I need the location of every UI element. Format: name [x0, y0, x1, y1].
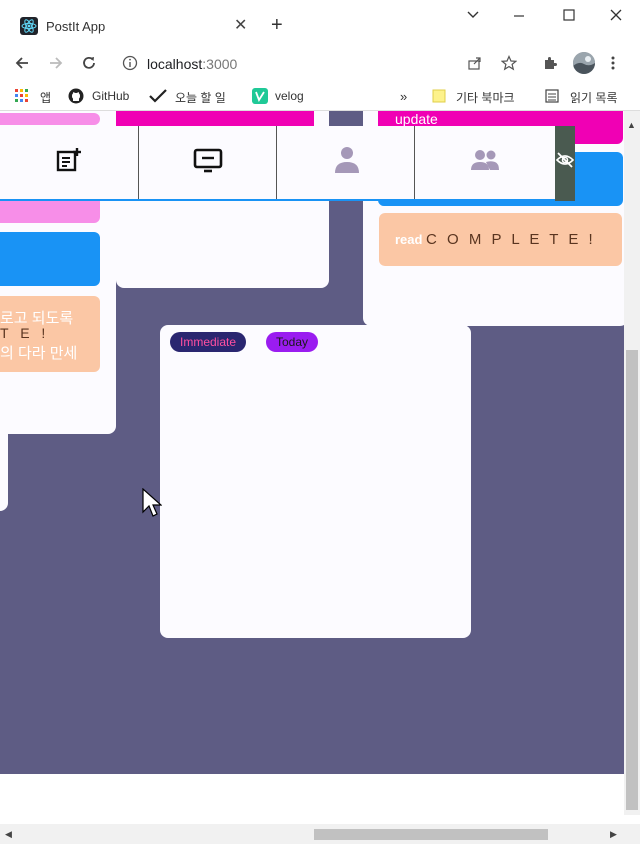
extensions-puzzle-icon[interactable]: [542, 55, 558, 71]
github-icon: [68, 88, 84, 104]
site-info-icon[interactable]: [122, 55, 138, 71]
read-label: read: [395, 232, 423, 247]
priority-tag[interactable]: Immediate: [170, 332, 247, 352]
tab-title: PostIt App: [46, 19, 106, 34]
note-card-center[interactable]: [160, 325, 471, 638]
left-complete-partial: T E !: [0, 325, 50, 341]
due-tag[interactable]: Today: [266, 332, 319, 352]
horizontal-scroll-thumb[interactable]: [314, 829, 548, 840]
scroll-up-arrow-icon[interactable]: ▲: [627, 120, 636, 130]
minimize-icon[interactable]: [512, 8, 526, 22]
reload-icon[interactable]: [80, 54, 98, 72]
toolbar-divider: [414, 126, 415, 199]
left-korean-line2: 의 다라 만세: [0, 345, 78, 362]
vertical-scroll-thumb[interactable]: [626, 350, 638, 810]
folder-icon: [432, 89, 446, 103]
mouse-pointer-icon: [142, 488, 162, 518]
scroll-left-arrow-icon[interactable]: ◀: [5, 829, 12, 840]
close-window-icon[interactable]: [609, 8, 623, 22]
url-text[interactable]: localhost:3000: [147, 56, 237, 72]
app-canvas: 로고 되도록 T E ! 의 다라 만세 update read C O M P…: [0, 111, 624, 774]
react-logo-icon: [20, 17, 38, 35]
maximize-icon[interactable]: [562, 8, 576, 22]
monitor-icon[interactable]: [193, 148, 223, 174]
middle-magenta-bar: [116, 111, 314, 127]
person-icon[interactable]: [334, 145, 360, 175]
left-top-strip: [0, 113, 100, 125]
update-label: update: [395, 111, 438, 127]
bookmark-apps[interactable]: 앱: [40, 89, 51, 106]
checkmark-icon: [149, 88, 167, 104]
bookmark-star-icon[interactable]: [501, 55, 517, 71]
more-menu-icon[interactable]: [610, 55, 616, 71]
eye-off-icon: [556, 151, 574, 169]
add-note-icon[interactable]: [56, 147, 82, 173]
forward-arrow-icon[interactable]: [47, 54, 65, 72]
bookmark-github[interactable]: GitHub: [92, 89, 129, 103]
group-icon[interactable]: [470, 148, 500, 172]
back-arrow-icon[interactable]: [13, 54, 31, 72]
page-bottom-area: [0, 774, 624, 824]
complete-button-label: C O M P L E T E !: [426, 231, 596, 248]
toolbar-divider: [138, 126, 139, 199]
scroll-right-arrow-icon[interactable]: ▶: [610, 829, 617, 840]
bookmark-reading-list[interactable]: 읽기 목록: [570, 89, 618, 106]
url-host: localhost: [147, 56, 203, 72]
new-tab-button[interactable]: +: [271, 14, 283, 37]
toolbar-divider: [276, 126, 277, 199]
bookmarks-overflow-chevron-icon[interactable]: »: [400, 89, 407, 104]
bookmark-other[interactable]: 기타 북마크: [456, 89, 515, 106]
reading-list-icon: [545, 89, 559, 103]
bookmark-today-todo[interactable]: 오늘 할 일: [175, 89, 226, 106]
url-port: :3000: [202, 56, 238, 72]
left-blue-button[interactable]: [0, 232, 100, 286]
profile-avatar[interactable]: [573, 52, 595, 74]
velog-icon: [252, 88, 268, 104]
share-icon[interactable]: [467, 55, 483, 71]
tab-close-button[interactable]: ✕: [234, 15, 247, 35]
bookmark-velog[interactable]: velog: [275, 89, 304, 103]
apps-grid-icon[interactable]: [15, 89, 29, 103]
tab-search-chevron-icon[interactable]: [466, 8, 480, 22]
